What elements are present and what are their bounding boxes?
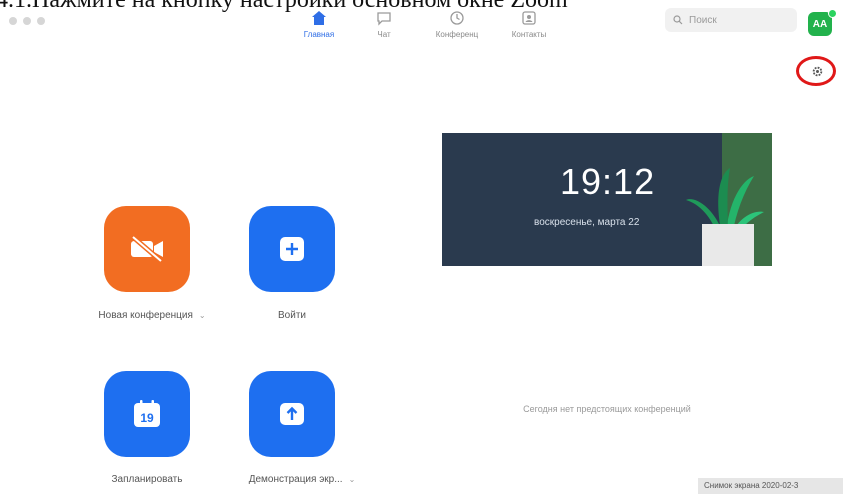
share-arrow-icon [280,403,304,425]
plus-icon [280,237,304,261]
search-input[interactable]: Поиск [665,8,797,32]
tab-meetings-label: Конференц [435,30,479,39]
video-off-icon [131,235,163,263]
chat-icon [377,12,391,26]
share-screen-button[interactable] [249,371,335,457]
upcoming-meetings-text: Сегодня нет предстоящих конференций [523,404,691,414]
top-bar: Главная Чат Конференц Контакты Поиск AA [0,0,843,46]
minimize-window-dot[interactable] [23,17,31,25]
tab-contacts-label: Контакты [511,30,547,39]
contacts-icon [522,11,536,25]
new-meeting-label: Новая конференция ⌄ [72,310,232,321]
close-window-dot[interactable] [9,17,17,25]
plant-pot [702,224,754,266]
join-button[interactable] [249,206,335,292]
clock-date: воскресенье, марта 22 [534,217,640,228]
clock-icon [450,11,464,25]
share-screen-label: Демонстрация экр... ⌄ [222,474,382,485]
tab-contacts[interactable]: Контакты [497,10,561,39]
clock-card: 19:12 воскресенье, марта 22 [442,133,772,266]
chevron-down-icon[interactable]: ⌄ [349,475,356,484]
settings-button[interactable] [796,56,842,88]
clock-time: 19:12 [560,161,656,202]
schedule-button[interactable]: 19 [104,371,190,457]
schedule-label: Запланировать [111,474,183,485]
new-meeting-button[interactable] [104,206,190,292]
tab-meetings[interactable]: Конференц [425,10,489,39]
screenshot-stamp: Снимок экрана 2020-02-3 [698,478,843,494]
search-placeholder: Поиск [689,14,717,26]
share-screen-text: Демонстрация экр... [248,474,343,485]
calendar-icon: 19 [134,400,160,427]
search-icon [673,15,683,25]
join-label: Войти [278,310,306,321]
home-icon [312,11,326,25]
avatar-initials: AA [812,18,828,30]
online-status-dot [828,9,837,18]
gear-icon [812,66,823,77]
chevron-down-icon[interactable]: ⌄ [199,311,206,320]
new-meeting-text: Новая конференция [98,310,193,321]
tab-home-label: Главная [303,30,335,39]
tab-chat[interactable]: Чат [352,10,416,39]
calendar-day: 19 [140,411,154,425]
tab-home[interactable]: Главная [287,10,351,39]
zoom-window-dot[interactable] [37,17,45,25]
tab-chat-label: Чат [377,30,391,39]
